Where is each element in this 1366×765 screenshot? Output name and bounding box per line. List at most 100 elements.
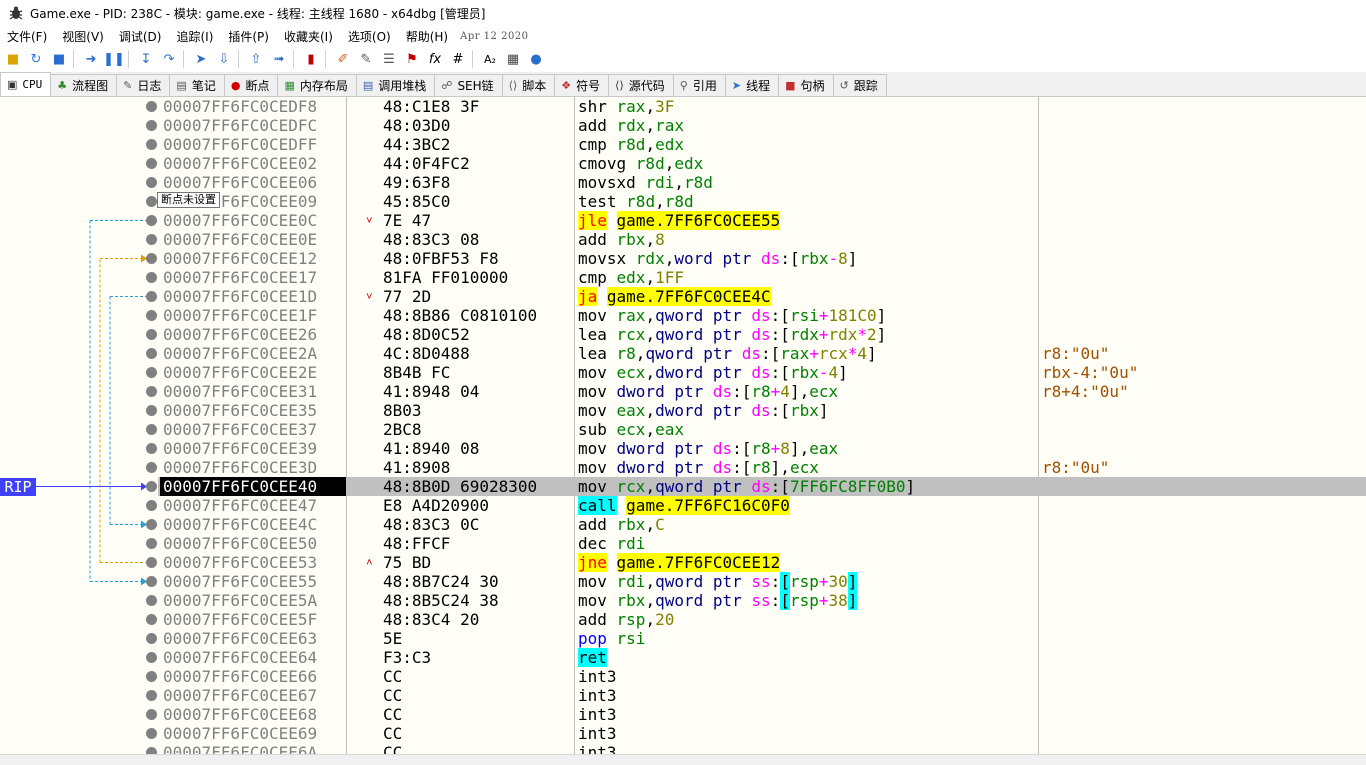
breakpoint-toggle-icon[interactable]	[146, 215, 157, 226]
step-into-icon[interactable]: ↧	[136, 49, 156, 69]
breakpoint-toggle-icon[interactable]	[146, 728, 157, 739]
tab-handles[interactable]: ■ 句柄	[778, 74, 834, 96]
instruction-row[interactable]: 00007FF6FC0CEE09 45:85C0 test r8d,r8d	[146, 192, 1366, 211]
instruction-row[interactable]: 00007FF6FC0CEE17 81FA FF010000 cmp edx,1FF	[146, 268, 1366, 287]
run-to-user-code-icon[interactable]: ➟	[269, 49, 289, 69]
tab-breakpoints[interactable]: ● 断点	[223, 74, 279, 96]
function-icon[interactable]: fx	[425, 49, 445, 69]
instruction-row[interactable]: 00007FF6FC0CEE26 48:8D0C52 lea rcx,qword p…	[146, 325, 1366, 344]
breakpoint-toggle-icon[interactable]	[146, 367, 157, 378]
instruction-row[interactable]: 00007FF6FC0CEE02 44:0F4FC2 cmovg r8d,edx	[146, 154, 1366, 173]
breakpoint-toggle-icon[interactable]	[146, 462, 157, 473]
breakpoint-toggle-icon[interactable]	[146, 709, 157, 720]
instruction-row[interactable]: 00007FF6FC0CEDFF 44:3BC2 cmp r8d,edx	[146, 135, 1366, 154]
instruction-row[interactable]: 00007FF6FC0CEE3D 41:8908 mov dword ptr ds:…	[146, 458, 1366, 477]
instruction-row[interactable]: 00007FF6FC0CEE55 48:8B7C24 30 mov rdi,qwor…	[146, 572, 1366, 591]
tab-threads[interactable]: ➤ 线程	[724, 74, 780, 96]
breakpoint-toggle-icon[interactable]	[146, 158, 157, 169]
breakpoint-toggle-icon[interactable]	[146, 120, 157, 131]
instruction-row[interactable]: 00007FF6FC0CEE67 CC int3	[146, 686, 1366, 705]
breakpoint-toggle-icon[interactable]	[146, 348, 157, 359]
instruction-row[interactable]: 00007FF6FC0CEE50 48:FFCF dec rdi	[146, 534, 1366, 553]
breakpoint-toggle-icon[interactable]	[146, 595, 157, 606]
hash-icon[interactable]: #	[448, 49, 468, 69]
breakpoint-toggle-icon[interactable]	[146, 405, 157, 416]
horizontal-scrollbar[interactable]	[0, 754, 1366, 765]
breakpoint-toggle-icon[interactable]	[146, 671, 157, 682]
menu-favourites[interactable]: 收藏夹(I)	[277, 28, 341, 45]
breakpoint-toggle-icon[interactable]	[146, 500, 157, 511]
instruction-row[interactable]: 00007FF6FC0CEE0C ˅ 7E 47 jle game.7FF6FC0CE…	[146, 211, 1366, 230]
run-icon[interactable]: ➜	[81, 49, 101, 69]
instruction-row[interactable]: 00007FF6FC0CEE40 48:8B0D 69028300 mov rcx,…	[146, 477, 1366, 496]
breakpoint-toggle-icon[interactable]	[146, 253, 157, 264]
breakpoint-toggle-icon[interactable]	[146, 310, 157, 321]
instruction-row[interactable]: 00007FF6FC0CEE1D ˅ 77 2D ja game.7FF6FC0CEE…	[146, 287, 1366, 306]
instruction-row[interactable]: 00007FF6FC0CEE2A 4C:8D0488 lea r8,qword pt…	[146, 344, 1366, 363]
breakpoint-toggle-icon[interactable]	[146, 652, 157, 663]
step-over-icon[interactable]: ↷	[159, 49, 179, 69]
breakpoint-toggle-icon[interactable]	[146, 234, 157, 245]
menu-trace[interactable]: 追踪(I)	[169, 28, 221, 45]
instruction-row[interactable]: 00007FF6FC0CEE2E 8B4B FC mov ecx,dword ptr…	[146, 363, 1366, 382]
instruction-row[interactable]: 00007FF6FC0CEE31 41:8948 04 mov dword ptr …	[146, 382, 1366, 401]
instruction-row[interactable]: 00007FF6FC0CEE69 CC int3	[146, 724, 1366, 743]
instruction-row[interactable]: 00007FF6FC0CEE06 49:63F8 movsxd rdi,r8d	[146, 173, 1366, 192]
menu-options[interactable]: 选项(O)	[341, 28, 399, 45]
breakpoint-toggle-icon[interactable]	[146, 386, 157, 397]
breakpoint-toggle-icon[interactable]	[146, 690, 157, 701]
breakpoint-toggle-icon[interactable]	[146, 747, 157, 754]
tab-call-stack[interactable]: ▤ 调用堆栈	[355, 74, 436, 96]
breakpoint-toggle-icon[interactable]	[146, 139, 157, 150]
tab-cpu[interactable]: ▣ CPU	[0, 72, 52, 96]
breakpoint-toggle-icon[interactable]	[146, 424, 157, 435]
tab-log[interactable]: ✎ 日志	[116, 74, 171, 96]
instruction-row[interactable]: 00007FF6FC0CEE66 CC int3	[146, 667, 1366, 686]
font-icon[interactable]: A₂	[480, 49, 500, 69]
scylla-icon[interactable]: ▮	[301, 49, 321, 69]
execute-till-return-icon[interactable]: ⇧	[246, 49, 266, 69]
instruction-row[interactable]: 00007FF6FC0CEE35 8B03 mov eax,dword ptr ds…	[146, 401, 1366, 420]
trace-into-icon[interactable]: ➤	[191, 49, 211, 69]
menu-plugins[interactable]: 插件(P)	[221, 28, 277, 45]
breakpoint-toggle-icon[interactable]	[146, 177, 157, 188]
instruction-row[interactable]: 00007FF6FC0CEE5F 48:83C4 20 add rsp,20	[146, 610, 1366, 629]
tab-symbols[interactable]: ❖ 符号	[554, 74, 610, 96]
open-icon[interactable]: ■	[3, 49, 23, 69]
breakpoint-toggle-icon[interactable]	[146, 272, 157, 283]
instruction-row[interactable]: 00007FF6FC0CEE68 CC int3	[146, 705, 1366, 724]
instruction-row[interactable]: 00007FF6FC0CEE64 F3:C3 ret	[146, 648, 1366, 667]
instruction-row[interactable]: 00007FF6FC0CEE63 5E pop rsi	[146, 629, 1366, 648]
patch-icon[interactable]: ✐	[333, 49, 353, 69]
instruction-row[interactable]: 00007FF6FC0CEE1F 48:8B86 C0810100 mov rax,…	[146, 306, 1366, 325]
breakpoint-toggle-icon[interactable]	[146, 614, 157, 625]
bookmark-icon[interactable]: ⚑	[402, 49, 422, 69]
breakpoint-toggle-icon[interactable]	[146, 633, 157, 644]
tab-graph[interactable]: ♣ 流程图	[50, 74, 118, 96]
menu-help[interactable]: 帮助(H)	[399, 28, 456, 45]
menu-view[interactable]: 视图(V)	[55, 28, 112, 45]
trace-over-icon[interactable]: ⇩	[214, 49, 234, 69]
tab-script[interactable]: ⟨⟩ 脚本	[501, 74, 556, 96]
instruction-row[interactable]: 00007FF6FC0CEE4C 48:83C3 0C add rbx,C	[146, 515, 1366, 534]
disassembly-view[interactable]: 00007FF6FC0CEDF8 48:C1E8 3F shr rax,3F 0000…	[0, 97, 1366, 754]
instruction-row[interactable]: 00007FF6FC0CEE53 ˄ 75 BD jne game.7FF6FC0CE…	[146, 553, 1366, 572]
breakpoint-toggle-icon[interactable]	[146, 481, 157, 492]
stop-icon[interactable]: ■	[49, 49, 69, 69]
instruction-row[interactable]: 00007FF6FC0CEE47 E8 A4D20900 call game.7FF…	[146, 496, 1366, 515]
calculator-icon[interactable]: ▦	[503, 49, 523, 69]
instruction-row[interactable]: 00007FF6FC0CEE12 48:0FBF53 F8 movsx rdx,wo…	[146, 249, 1366, 268]
breakpoint-toggle-icon[interactable]	[146, 538, 157, 549]
instruction-row[interactable]: 00007FF6FC0CEDF8 48:C1E8 3F shr rax,3F	[146, 97, 1366, 116]
tab-source[interactable]: ⟨⟩ 源代码	[608, 74, 674, 96]
comment-icon[interactable]: ✎	[356, 49, 376, 69]
menu-file[interactable]: 文件(F)	[0, 28, 55, 45]
menu-debug[interactable]: 调试(D)	[112, 28, 170, 45]
globe-icon[interactable]: ●	[526, 49, 546, 69]
instruction-row[interactable]: 00007FF6FC0CEE5A 48:8B5C24 38 mov rbx,qwor…	[146, 591, 1366, 610]
restart-icon[interactable]: ↻	[26, 49, 46, 69]
label-icon[interactable]: ☰	[379, 49, 399, 69]
breakpoint-toggle-icon[interactable]	[146, 557, 157, 568]
breakpoint-toggle-icon[interactable]	[146, 196, 157, 207]
breakpoint-toggle-icon[interactable]	[146, 519, 157, 530]
